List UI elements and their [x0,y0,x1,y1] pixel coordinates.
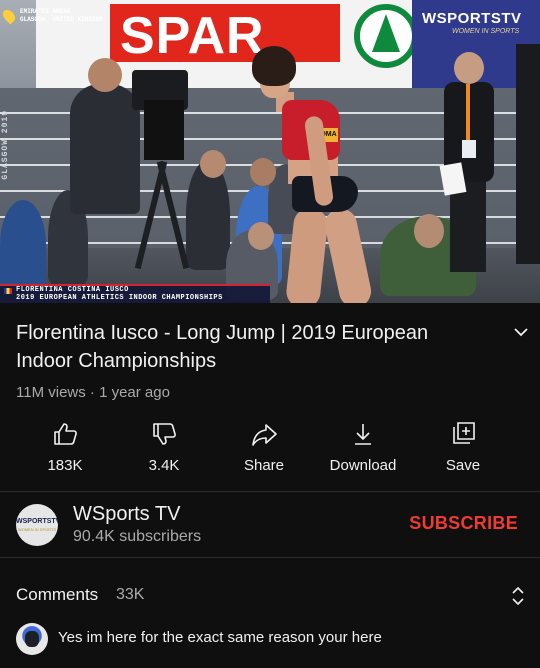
like-count: 183K [47,457,83,474]
official [438,52,498,272]
lower-third-event: 2019 EUROPEAN ATHLETICS INDOOR CHAMPIONS… [16,294,223,302]
video-meta: 11M views · 1 year ago [16,384,170,401]
video-player[interactable]: SPAR WSPORTSTV WOMEN IN SPORTS EMIRATES … [0,0,540,303]
download-label: Download [329,457,397,474]
location-overlay: EMIRATES ARENA GLASGOW, UNITED KINGDOM [0,6,124,26]
video-title[interactable]: Florentina Iusco - Long Jump | 2019 Euro… [16,319,486,375]
save-button[interactable]: Save [413,418,513,482]
comments-header[interactable]: Comments 33K [0,570,540,620]
subscriber-count: 90.4K subscribers [73,528,202,545]
action-bar: 183K 3.4K Share Download Save [0,418,540,482]
dislike-count: 3.4K [148,457,180,474]
athlete: ROMA [248,40,418,303]
like-button[interactable]: 183K [15,418,115,482]
avatar-text: WSPORTSTV [16,518,58,525]
sponsor-text: SPAR [120,7,265,65]
share-button[interactable]: Share [214,418,314,482]
share-icon [252,424,277,446]
commenter-avatar [16,623,48,655]
location-line-2: GLASGOW, UNITED KINGDOM [20,16,103,23]
watermark-tagline: WOMEN IN SPORTS [452,28,520,35]
dislike-button[interactable]: 3.4K [114,418,214,482]
romania-flag-icon [4,288,12,294]
avatar-subtext: WOMEN IN SPORTS [17,527,57,532]
save-icon [453,422,475,444]
location-pin-icon [0,7,18,25]
download-button[interactable]: Download [313,418,413,482]
channel-name[interactable]: WSports TV [73,503,180,526]
channel-row[interactable]: WSPORTSTV WOMEN IN SPORTS WSports TV 90.… [0,493,540,557]
subscribe-button[interactable]: SUBSCRIBE [409,513,518,534]
divider [0,491,540,492]
comment-text: Yes im here for the exact same reason yo… [58,629,382,646]
tv-camera [108,60,198,270]
comment-preview[interactable]: Yes im here for the exact same reason yo… [0,620,540,660]
thumbs-up-icon [54,423,77,445]
comments-count: 33K [116,586,145,603]
comments-label: Comments [16,585,99,604]
chevron-down-icon[interactable] [511,322,531,342]
share-label: Share [243,457,285,474]
divider [0,557,540,558]
official-2 [516,44,540,264]
location-line-1: EMIRATES ARENA [20,8,71,15]
lower-third-name: FLORENTINA COSTINA IUSCO [16,286,129,294]
download-icon [355,424,371,445]
channel-avatar[interactable]: WSPORTSTV WOMEN IN SPORTS [16,504,58,546]
watermark-text: WSPORTSTV [422,10,522,27]
lower-third: FLORENTINA COSTINA IUSCO 2019 EUROPEAN A… [0,284,270,303]
unfold-icon[interactable] [508,584,528,608]
save-label: Save [445,457,481,474]
thumbs-down-icon [153,423,176,445]
